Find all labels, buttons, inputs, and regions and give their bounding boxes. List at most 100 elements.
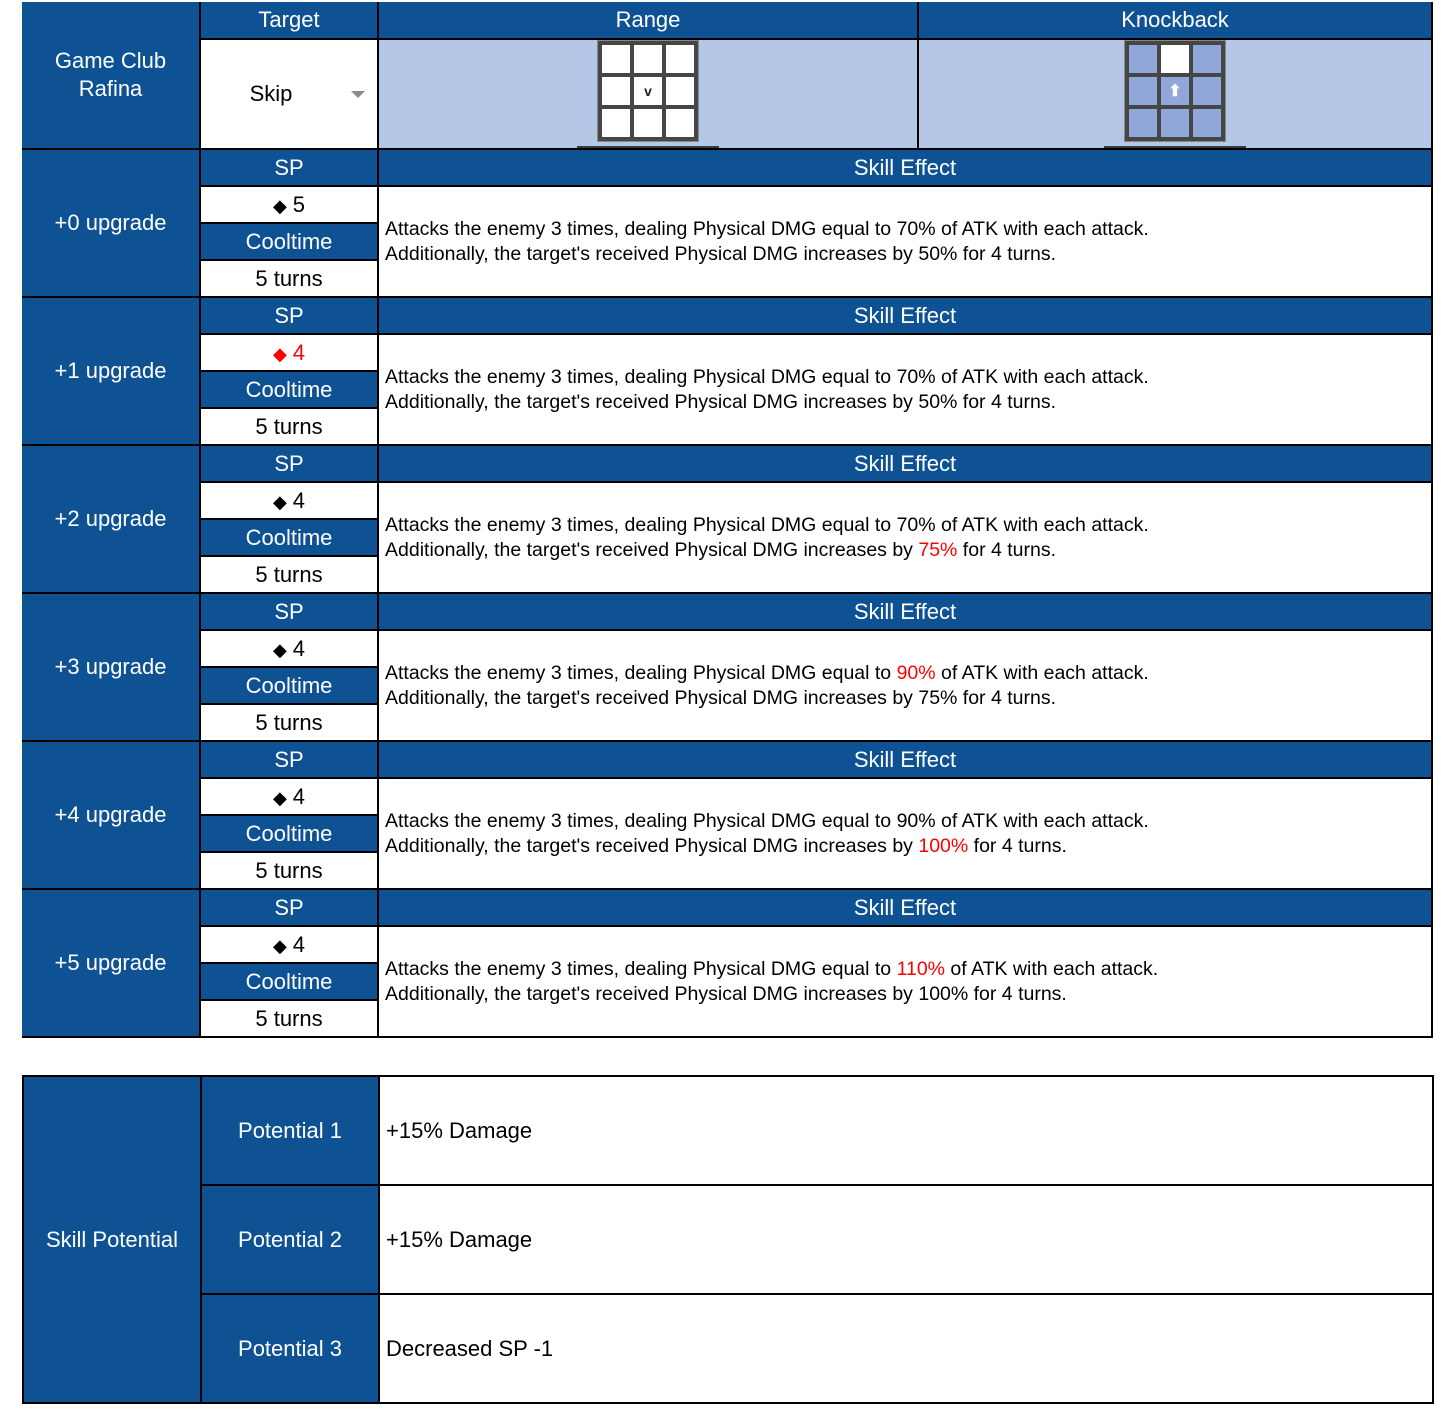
effect-text-segment: Attacks the enemy 3 times, dealing Physi…	[385, 809, 1149, 832]
sp-header: SP	[199, 444, 379, 483]
skill-effect-header: Skill Effect	[377, 296, 1433, 335]
effect-text-segment: Attacks the enemy 3 times, dealing Physi…	[385, 365, 1149, 388]
cooltime-value: 5 turns	[199, 703, 379, 742]
effect-text-segment: Attacks the enemy 3 times, dealing Physi…	[385, 661, 897, 684]
skill-potential-table: Skill Potential Potential 1 +15% Damage Pot…	[22, 1075, 1434, 1404]
knockback-header: Knockback	[917, 2, 1433, 40]
potential-label: Potential 2	[200, 1184, 380, 1295]
range-grid-cell	[634, 109, 662, 137]
range-grid-cell	[602, 45, 630, 73]
effect-text-segment: of ATK with each attack.	[935, 661, 1149, 684]
skill-upgrade-table: Game Club Rafina Target Range Knockback …	[22, 2, 1433, 1038]
skill-effect-header: Skill Effect	[377, 740, 1433, 779]
effect-line-1: Attacks the enemy 3 times, dealing Physi…	[385, 217, 1431, 242]
potential-value: +15% Damage	[378, 1184, 1434, 1295]
sp-value-cell: ◆ 4	[199, 333, 379, 372]
upgrade-level-label: +1 upgrade	[22, 296, 201, 446]
effect-line-2: Additionally, the target's received Phys…	[385, 538, 1431, 563]
skill-effect-text: Attacks the enemy 3 times, dealing Physi…	[377, 629, 1433, 742]
sp-diamond-icon: ◆	[272, 639, 287, 660]
knockback-grid-cell	[1129, 45, 1157, 73]
upgrade-level-label: +5 upgrade	[22, 888, 201, 1038]
effect-text-segment: Attacks the enemy 3 times, dealing Physi…	[385, 957, 897, 980]
effect-text-segment: Additionally, the target's received Phys…	[385, 686, 1056, 709]
potential-label: Potential 3	[200, 1293, 380, 1404]
effect-line-2: Additionally, the target's received Phys…	[385, 686, 1431, 711]
cooltime-header: Cooltime	[199, 370, 379, 409]
sp-value: 4	[292, 487, 306, 513]
effect-line-1: Attacks the enemy 3 times, dealing Physi…	[385, 661, 1431, 686]
effect-text-segment: for 4 turns.	[968, 834, 1067, 857]
skill-potential-title: Skill Potential	[22, 1075, 202, 1404]
potential-value: +15% Damage	[378, 1075, 1434, 1186]
range-cell: v	[377, 38, 919, 150]
range-grid-cell	[666, 77, 694, 105]
grid-underline	[1104, 146, 1246, 148]
sp-value-cell: ◆ 4	[199, 925, 379, 964]
sp-value: 4	[292, 635, 306, 661]
cooltime-header: Cooltime	[199, 666, 379, 705]
sp-value: 4	[292, 931, 306, 957]
arrow-up-icon: ⬆	[1161, 77, 1189, 105]
cooltime-value: 5 turns	[199, 555, 379, 594]
knockback-target-cell	[1161, 45, 1189, 73]
range-grid-cell	[602, 109, 630, 137]
knockback-grid-cell	[1193, 77, 1221, 105]
character-name-cell: Game Club Rafina	[22, 2, 201, 150]
range-grid-cell	[666, 109, 694, 137]
range-header: Range	[377, 2, 919, 40]
cooltime-header: Cooltime	[199, 222, 379, 261]
sp-header: SP	[199, 148, 379, 187]
cooltime-value: 5 turns	[199, 999, 379, 1038]
sp-diamond-icon: ◆	[272, 787, 287, 808]
skill-effect-text: Attacks the enemy 3 times, dealing Physi…	[377, 777, 1433, 890]
effect-line-2: Additionally, the target's received Phys…	[385, 390, 1431, 415]
chevron-down-icon[interactable]	[351, 91, 365, 98]
effect-text-segment: Additionally, the target's received Phys…	[385, 834, 919, 857]
effect-line-1: Attacks the enemy 3 times, dealing Physi…	[385, 809, 1431, 834]
cooltime-header: Cooltime	[199, 814, 379, 853]
sp-diamond-icon: ◆	[272, 195, 287, 216]
skill-effect-text: Attacks the enemy 3 times, dealing Physi…	[377, 925, 1433, 1038]
upgrade-level-label: +4 upgrade	[22, 740, 201, 890]
sp-value: 4	[292, 339, 306, 365]
range-grid-cell	[602, 77, 630, 105]
potential-label: Potential 1	[200, 1075, 380, 1186]
sp-value-cell: ◆ 5	[199, 185, 379, 224]
character-name-line2: Rafina	[78, 76, 143, 101]
effect-line-1: Attacks the enemy 3 times, dealing Physi…	[385, 957, 1431, 982]
changed-value: 90%	[896, 661, 936, 684]
self-marker-icon: v	[634, 77, 662, 105]
effect-line-2: Additionally, the target's received Phys…	[385, 242, 1431, 267]
effect-text-segment: of ATK with each attack.	[945, 957, 1159, 980]
sp-diamond-icon: ◆	[272, 343, 287, 364]
effect-line-1: Attacks the enemy 3 times, dealing Physi…	[385, 513, 1431, 538]
upgrade-level-label: +3 upgrade	[22, 592, 201, 742]
skill-effect-header: Skill Effect	[377, 148, 1433, 187]
target-dropdown[interactable]: Skip	[199, 38, 379, 150]
effect-line-2: Additionally, the target's received Phys…	[385, 982, 1431, 1007]
skill-effect-header: Skill Effect	[377, 888, 1433, 927]
knockback-grid-cell	[1193, 109, 1221, 137]
sp-diamond-icon: ◆	[272, 935, 287, 956]
skill-effect-text: Attacks the enemy 3 times, dealing Physi…	[377, 481, 1433, 594]
sp-header: SP	[199, 888, 379, 927]
sp-value: 4	[292, 783, 306, 809]
sp-value: 5	[292, 191, 306, 217]
knockback-grid: ⬆	[1104, 40, 1246, 148]
target-selected-value: Skip	[249, 81, 293, 106]
range-grid-cell	[634, 45, 662, 73]
sp-value-cell: ◆ 4	[199, 629, 379, 668]
effect-text-segment: for 4 turns.	[957, 538, 1057, 561]
sp-value-cell: ◆ 4	[199, 481, 379, 520]
skill-effect-text: Attacks the enemy 3 times, dealing Physi…	[377, 185, 1433, 298]
changed-value: 100%	[918, 834, 969, 857]
knockback-cell: ⬆	[917, 38, 1433, 150]
potential-value: Decreased SP -1	[378, 1293, 1434, 1404]
knockback-grid-cell	[1129, 77, 1157, 105]
grid-underline	[577, 146, 719, 148]
changed-value: 75%	[918, 538, 958, 561]
range-grid-cell	[666, 45, 694, 73]
effect-text-segment: Attacks the enemy 3 times, dealing Physi…	[385, 217, 1149, 240]
character-name-line1: Game Club	[54, 48, 167, 73]
